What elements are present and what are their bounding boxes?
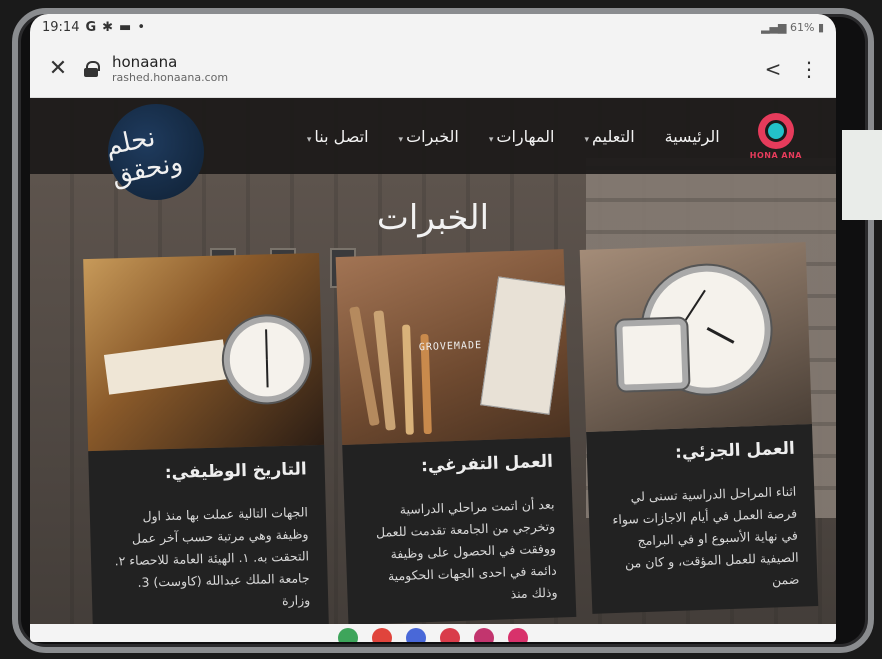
notebook-shape xyxy=(103,339,229,395)
nav-item-education[interactable]: التعليم▾ xyxy=(584,127,634,146)
nav-item-label: اتصل بنا xyxy=(314,126,369,146)
nav-item-home[interactable]: الرئيسية xyxy=(665,127,720,146)
nav-item-skills[interactable]: المهارات▾ xyxy=(489,127,555,146)
signal-icon: ▂▄▆ xyxy=(761,20,787,34)
brand-text: HONA ANA xyxy=(749,150,802,160)
clock-hand xyxy=(265,359,269,388)
card-title: العمل الجزئي: xyxy=(674,438,796,463)
phone-screen: 19:14 G ✱ ▬ • ▂▄▆ 61% ▮ ✕ honaana rashed… xyxy=(30,14,836,642)
app-icon[interactable] xyxy=(338,628,358,642)
site-info[interactable]: honaana rashed.honaana.com xyxy=(112,53,748,84)
card-image-tools: GROVEMADE xyxy=(335,249,571,445)
card-body: بعد أن اتمت مراحلي الدراسية وتخرجي من ال… xyxy=(375,496,558,601)
card-panel: العمل الجزئي: اثناء المراحل الدراسية تسن… xyxy=(586,424,819,614)
nav-item-label: التعليم xyxy=(592,126,635,146)
pencil-shape xyxy=(402,324,414,435)
brand-logo[interactable]: HONA ANA xyxy=(749,112,802,160)
card-image-writing-clock xyxy=(83,252,325,452)
card-panel: العمل التفرغي: بعد أن اتمت مراحلي الدراس… xyxy=(342,437,577,625)
app-dock xyxy=(30,624,836,642)
experience-card-history[interactable]: التاريخ الوظيفي: الجهات التالية عملت بها… xyxy=(83,252,329,632)
experience-card-parttime[interactable]: العمل الجزئي: اثناء المراحل الدراسية تسن… xyxy=(579,242,819,614)
app-icon[interactable] xyxy=(406,628,426,642)
message-icon: ▬ xyxy=(119,19,132,35)
nav-menu: HONA ANA الرئيسية التعليم▾ المهارات▾ الخ… xyxy=(307,112,802,160)
clock-hand xyxy=(706,327,735,344)
app-icon[interactable] xyxy=(508,628,528,642)
card-title: التاريخ الوظيفي: xyxy=(164,459,308,484)
close-icon[interactable]: ✕ xyxy=(46,56,70,81)
clock-time: 19:14 xyxy=(42,19,80,35)
clock-icon xyxy=(222,315,311,404)
site-emblem[interactable]: نحلم ونحقق xyxy=(103,104,204,200)
card-body: الجهات التالية عملت بها منذ اول وظيفة وه… xyxy=(114,504,311,608)
google-icon: G xyxy=(85,19,97,35)
clock-hand xyxy=(265,329,268,360)
more-menu-icon[interactable]: ⋮ xyxy=(798,57,820,81)
clock-hand xyxy=(682,289,706,325)
bluetooth-icon: ✱ xyxy=(102,19,114,35)
app-icon[interactable] xyxy=(440,628,460,642)
chevron-down-icon: ▾ xyxy=(398,134,404,145)
nav-item-experience[interactable]: الخبرات▾ xyxy=(399,127,459,146)
browser-url-bar: ✕ honaana rashed.honaana.com < ⋮ xyxy=(30,40,836,98)
status-bar: 19:14 G ✱ ▬ • ▂▄▆ 61% ▮ xyxy=(30,14,836,40)
app-icon[interactable] xyxy=(474,628,494,642)
nav-item-label: الرئيسية xyxy=(664,126,720,146)
background-strip xyxy=(842,130,882,220)
emblem-calligraphy: نحلم ونحقق xyxy=(102,122,186,192)
nav-item-label: المهارات xyxy=(496,126,555,146)
web-page: HONA ANA الرئيسية التعليم▾ المهارات▾ الخ… xyxy=(30,98,836,642)
chevron-down-icon: ▾ xyxy=(584,134,589,145)
nav-item-contact[interactable]: اتصل بنا▾ xyxy=(307,127,369,146)
nav-item-label: الخبرات xyxy=(406,126,459,146)
app-icon[interactable] xyxy=(372,628,392,642)
battery-level: 61% xyxy=(789,20,815,34)
site-title: honaana xyxy=(112,53,178,71)
chevron-down-icon: ▾ xyxy=(488,134,494,145)
chevron-down-icon: ▾ xyxy=(306,134,312,145)
grovemade-brand: GROVEMADE xyxy=(418,340,483,354)
card-panel: التاريخ الوظيفي: الجهات التالية عملت بها… xyxy=(88,444,329,632)
page-title: الخبرات xyxy=(376,198,490,238)
share-icon[interactable]: < xyxy=(762,57,784,81)
card-title: العمل التفرغي: xyxy=(420,451,554,477)
card-body: اثناء المراحل الدراسية تسنى لي فرصة العم… xyxy=(612,483,800,588)
card-image-clock xyxy=(579,242,812,432)
lock-icon[interactable] xyxy=(84,60,100,77)
blueprint-sheet xyxy=(480,276,568,415)
site-url: rashed.honaana.com xyxy=(112,71,229,84)
brand-logo-icon xyxy=(757,112,794,149)
battery-icon: ▮ xyxy=(817,20,824,34)
experience-card-fulltime[interactable]: GROVEMADE العمل التفرغي: بعد أن اتمت مرا… xyxy=(335,249,577,625)
clock-slice-icon xyxy=(616,318,689,391)
notification-dot-icon: • xyxy=(137,19,146,35)
